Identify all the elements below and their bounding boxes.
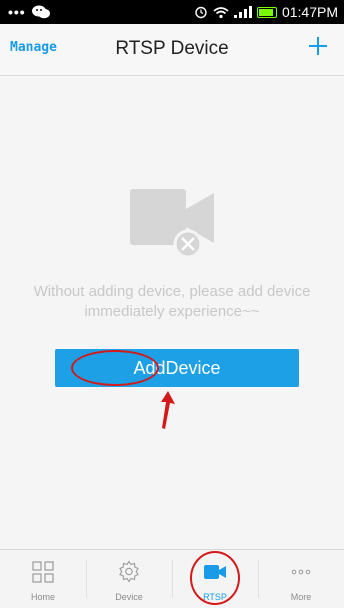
battery-icon <box>256 6 277 18</box>
tab-device[interactable]: Device <box>86 550 172 608</box>
more-dots-icon <box>291 569 311 575</box>
annotation-arrow <box>161 391 175 429</box>
plus-icon[interactable] <box>306 34 330 58</box>
tab-more[interactable]: More <box>258 550 344 608</box>
status-bar: ••• 01:47PM <box>0 0 344 24</box>
tab-label: Device <box>115 592 143 602</box>
tab-bar: Home Device RTSP More <box>0 549 344 608</box>
wifi-icon <box>213 6 229 18</box>
more-dots-icon: ••• <box>8 4 26 20</box>
wechat-icon <box>31 5 50 19</box>
gear-icon <box>119 560 139 583</box>
signal-icon <box>233 6 252 18</box>
tab-home[interactable]: Home <box>0 550 86 608</box>
empty-message: Without adding device, please add device… <box>33 283 311 320</box>
tab-label: More <box>290 592 312 602</box>
tab-label: Home <box>30 592 55 602</box>
camera-off-icon <box>130 189 214 259</box>
empty-state: Without adding device, please add device… <box>0 77 344 549</box>
annotation-circle <box>71 350 159 386</box>
annotation-circle <box>190 551 240 605</box>
alarm-icon <box>195 6 207 19</box>
nav-bar: Manage RTSP Device <box>0 24 344 76</box>
grid-icon <box>32 561 54 583</box>
page-title: RTSP Device <box>115 38 229 59</box>
status-time: 01:47PM <box>281 4 338 20</box>
